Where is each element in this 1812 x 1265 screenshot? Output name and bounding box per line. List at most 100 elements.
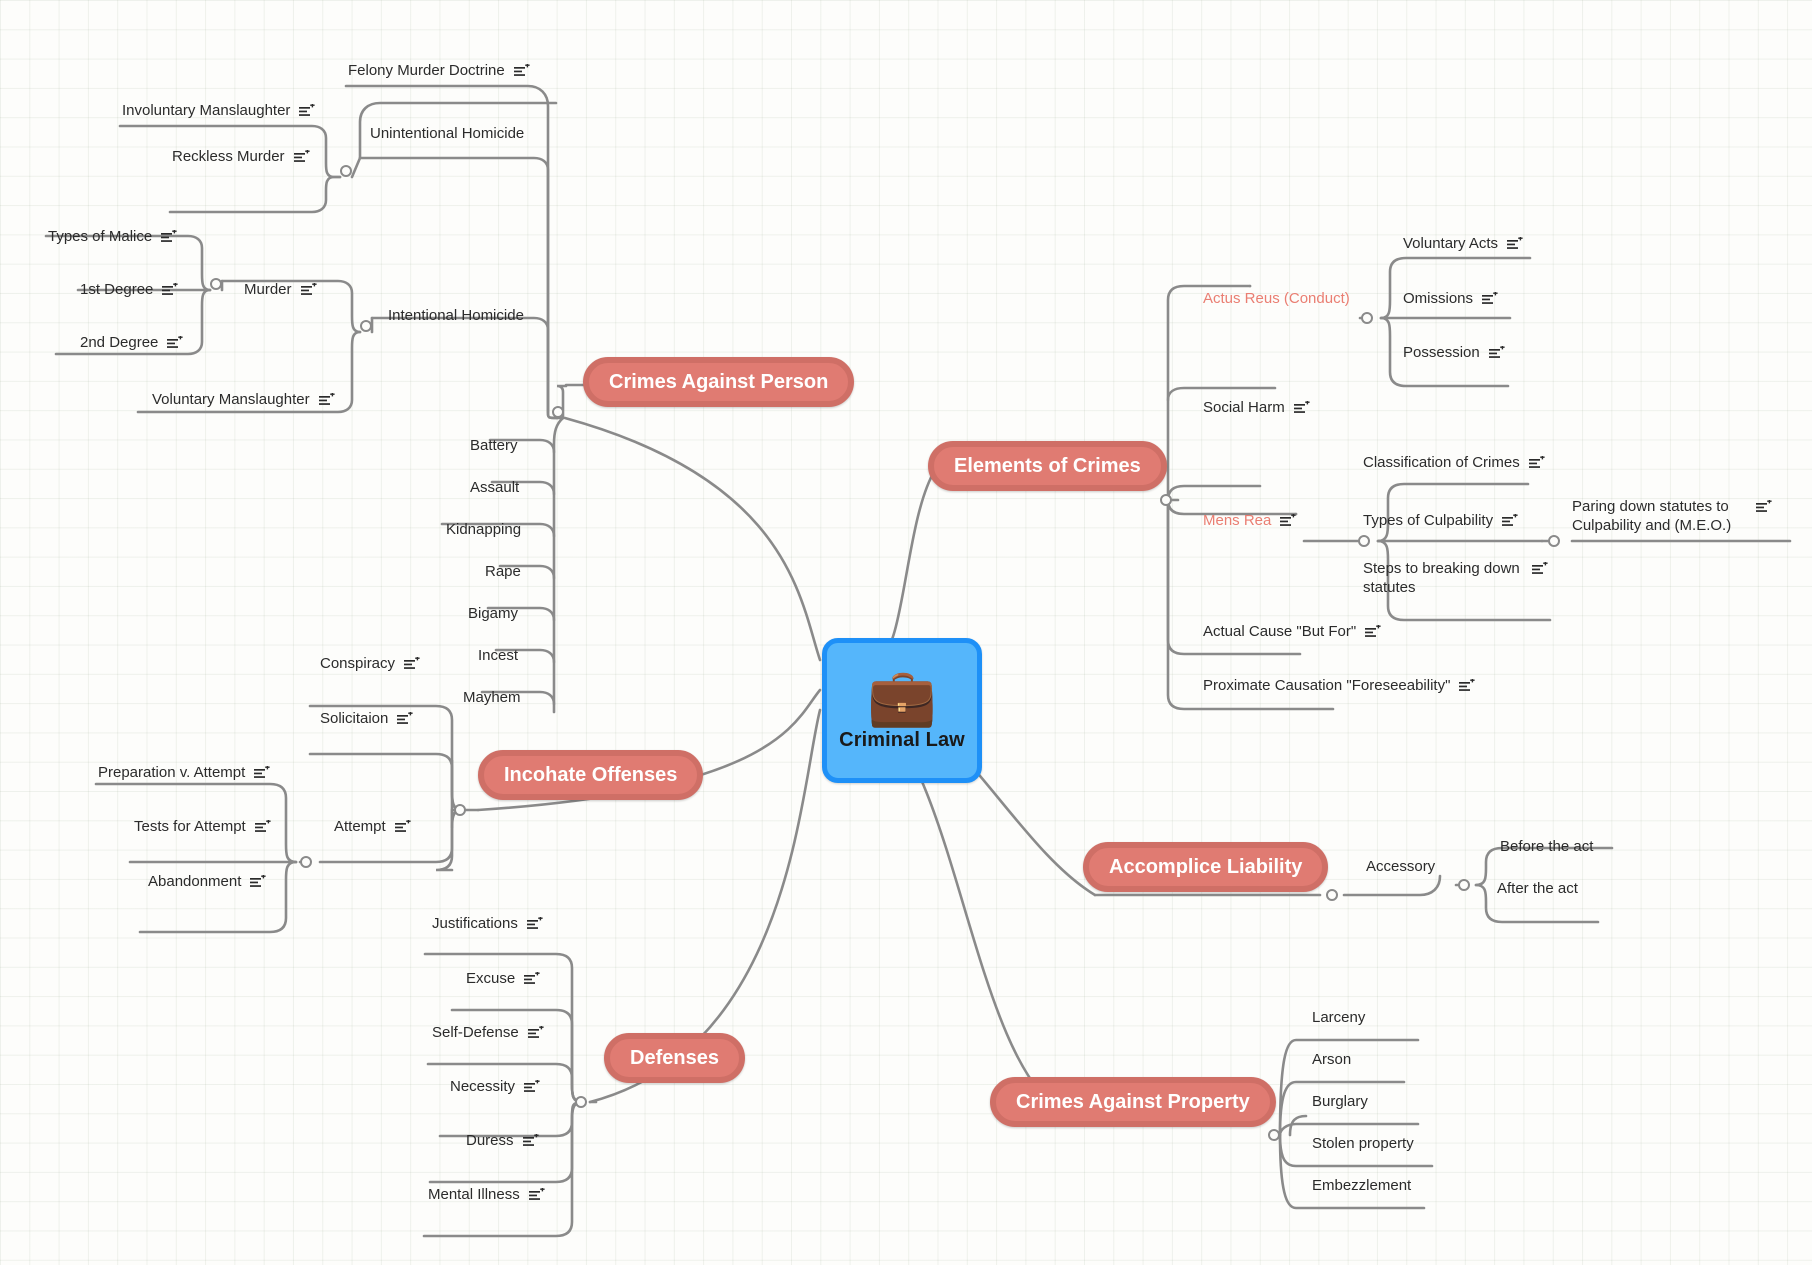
note-icon[interactable] [254,820,271,834]
note-icon[interactable] [527,1026,544,1040]
note-icon[interactable] [524,1080,540,1094]
note-icon[interactable] [1532,562,1548,576]
node-unintentional-homicide[interactable]: Unintentional Homicide [370,125,524,144]
node-kidnapping[interactable]: Kidnapping [446,521,521,540]
node-self-defense[interactable]: Self-Defense [432,1024,544,1043]
note-icon[interactable] [522,1134,539,1148]
junction-ring[interactable] [1160,494,1172,506]
note-icon[interactable] [524,972,540,986]
note-icon[interactable] [161,230,177,244]
note-icon[interactable] [1482,292,1498,306]
node-steps-to-breaking-down-statutes[interactable]: Steps to breaking down statutes [1363,560,1548,598]
node-attempt[interactable]: Attempt [334,818,411,837]
node-reckless-murder[interactable]: Reckless Murder [172,148,310,167]
junction-ring[interactable] [1458,879,1470,891]
node-before-the-act[interactable]: Before the act [1500,838,1593,857]
node-arson[interactable]: Arson [1312,1051,1351,1070]
junction-ring[interactable] [1268,1129,1280,1141]
node-abandonment[interactable]: Abandonment [148,873,267,892]
note-icon[interactable] [1507,237,1523,251]
node-murder[interactable]: Murder [244,281,317,300]
note-icon[interactable] [1502,514,1518,528]
junction-ring[interactable] [340,165,352,177]
note-icon[interactable] [1756,500,1772,514]
junction-ring[interactable] [575,1096,587,1108]
note-icon[interactable] [1459,679,1476,693]
branch-incohate-offenses[interactable]: Incohate Offenses [478,750,704,800]
node-intentional-homicide[interactable]: Intentional Homicide [388,307,524,326]
node-voluntary-acts[interactable]: Voluntary Acts [1403,235,1523,254]
note-icon[interactable] [293,150,310,164]
node-incest[interactable]: Incest [478,647,518,666]
node-embezzlement[interactable]: Embezzlement [1312,1177,1411,1196]
node-rape[interactable]: Rape [485,563,521,582]
junction-ring[interactable] [1548,535,1560,547]
node-proximate-causation[interactable]: Proximate Causation "Foreseeability" [1203,677,1476,696]
node-mens-rea[interactable]: Mens Rea [1203,512,1296,531]
junction-ring[interactable] [454,804,466,816]
node-after-the-act[interactable]: After the act [1497,880,1578,899]
note-icon[interactable] [1293,401,1310,415]
node-voluntary-manslaughter[interactable]: Voluntary Manslaughter [152,391,335,410]
note-icon[interactable] [394,820,411,834]
node-omissions[interactable]: Omissions [1403,290,1498,309]
note-icon[interactable] [404,657,420,671]
node-accessory[interactable]: Accessory [1366,858,1435,877]
note-icon[interactable] [318,393,335,407]
note-icon[interactable] [528,1188,545,1202]
branch-defenses[interactable]: Defenses [604,1033,745,1083]
node-solicitaion[interactable]: Solicitaion [320,710,413,729]
branch-accomplice-liability[interactable]: Accomplice Liability [1083,842,1329,892]
junction-ring[interactable] [360,320,372,332]
note-icon[interactable] [526,917,543,931]
node-mayhem[interactable]: Mayhem [463,689,521,708]
junction-ring[interactable] [300,856,312,868]
node-necessity[interactable]: Necessity [450,1078,540,1097]
note-icon[interactable] [300,283,317,297]
junction-ring[interactable] [552,406,564,418]
node-assault[interactable]: Assault [470,479,519,498]
node-involuntary-manslaughter[interactable]: Involuntary Manslaughter [122,102,316,121]
branch-crimes-against-person[interactable]: Crimes Against Person [583,357,855,407]
node-1st-degree[interactable]: 1st Degree [80,281,178,300]
node-types-of-culpability[interactable]: Types of Culpability [1363,512,1518,531]
note-icon[interactable] [254,766,270,780]
node-social-harm[interactable]: Social Harm [1203,399,1310,418]
node-actual-cause-but-for[interactable]: Actual Cause "But For" [1203,623,1381,642]
node-battery[interactable]: Battery [470,437,518,456]
node-mental-illness[interactable]: Mental Illness [428,1186,545,1205]
junction-ring[interactable] [1361,312,1373,324]
center-node-criminal-law[interactable]: 💼 Criminal Law [822,638,982,783]
note-icon[interactable] [162,283,178,297]
node-actus-reus[interactable]: Actus Reus (Conduct) [1203,290,1350,309]
node-duress[interactable]: Duress [466,1132,539,1151]
note-icon[interactable] [299,104,316,118]
node-larceny[interactable]: Larceny [1312,1009,1365,1028]
node-classification-of-crimes[interactable]: Classification of Crimes [1363,454,1545,473]
note-icon[interactable] [1488,346,1505,360]
node-types-of-malice[interactable]: Types of Malice [48,228,177,247]
node-justifications[interactable]: Justifications [432,915,543,934]
note-icon[interactable] [513,64,530,78]
node-stolen-property[interactable]: Stolen property [1312,1135,1414,1154]
branch-elements-of-crimes[interactable]: Elements of Crimes [928,441,1167,491]
junction-ring[interactable] [1358,535,1370,547]
node-bigamy[interactable]: Bigamy [468,605,518,624]
note-icon[interactable] [1528,456,1545,470]
note-icon[interactable] [1365,625,1381,639]
node-2nd-degree[interactable]: 2nd Degree [80,334,184,353]
node-tests-for-attempt[interactable]: Tests for Attempt [134,818,271,837]
node-paring-down-statutes[interactable]: Paring down statutes to Culpability and … [1572,498,1772,536]
node-felony-murder-doctrine[interactable]: Felony Murder Doctrine [348,62,530,81]
node-preparation-v-attempt[interactable]: Preparation v. Attempt [98,764,270,783]
note-icon[interactable] [250,875,267,889]
junction-ring[interactable] [1326,889,1338,901]
branch-crimes-against-property[interactable]: Crimes Against Property [990,1077,1276,1127]
note-icon[interactable] [1280,514,1296,528]
node-possession[interactable]: Possession [1403,344,1505,363]
node-excuse[interactable]: Excuse [466,970,540,989]
node-conspiracy[interactable]: Conspiracy [320,655,420,674]
mindmap-canvas[interactable]: 💼 Criminal Law Crimes Against Person Ele… [0,0,1812,1265]
junction-ring[interactable] [210,278,222,290]
node-burglary[interactable]: Burglary [1312,1093,1368,1112]
